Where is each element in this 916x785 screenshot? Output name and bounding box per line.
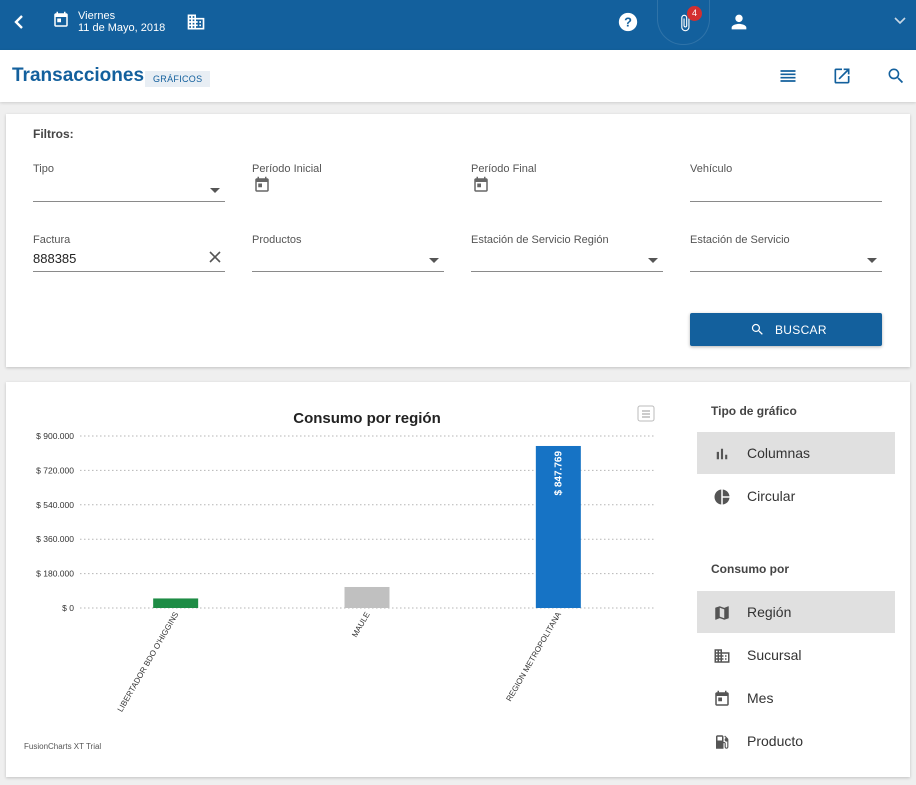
factura-label: Factura: [33, 234, 71, 246]
x-tick-label: LIBERTADOR BDO O'HIGGINS: [116, 611, 181, 714]
field-underline: [471, 271, 663, 272]
buscar-label: BUSCAR: [775, 323, 827, 337]
tipo-select[interactable]: Tipo: [33, 163, 225, 208]
bar-chart-icon: [716, 448, 728, 460]
option-label: Producto: [747, 733, 804, 749]
y-tick-label: $ 0: [62, 603, 74, 613]
chart-panel: Consumo por región $ 0 $ 180.000 $ 360.000…: [6, 382, 910, 777]
option-sucursal[interactable]: Sucursal: [697, 634, 895, 676]
dropdown-arrow-icon: [210, 188, 220, 193]
date-label: 11 de Mayo, 2018: [78, 22, 166, 34]
productos-select[interactable]: Productos: [252, 234, 444, 279]
option-circular[interactable]: Circular: [697, 475, 895, 517]
page-header: Transacciones GRÁFICOS: [0, 50, 916, 102]
search-icon: [751, 323, 763, 335]
y-tick-label: $ 180.000: [36, 569, 74, 579]
x-tick-label: MAULE: [350, 611, 372, 639]
map-icon: [715, 606, 729, 620]
option-mes[interactable]: Mes: [697, 677, 895, 719]
tipo-grafico-header: Tipo de gráfico: [711, 404, 797, 418]
dropdown-arrow-icon: [867, 258, 877, 263]
day-label: Viernes: [78, 10, 116, 22]
region-bar-chart: Consumo por región $ 0 $ 180.000 $ 360.000…: [24, 405, 655, 751]
field-underline: [690, 201, 882, 202]
y-tick-label: $ 360.000: [36, 534, 74, 544]
current-date[interactable]: Viernes 11 de Mayo, 2018: [78, 10, 165, 34]
notification-badge: 4: [687, 6, 702, 21]
user-icon[interactable]: [728, 11, 750, 33]
y-tick-label: $ 540.000: [36, 500, 74, 510]
option-producto[interactable]: Producto: [697, 720, 895, 762]
top-bar: Viernes 11 de Mayo, 2018 ? 4: [0, 0, 916, 50]
building-icon[interactable]: [186, 12, 206, 32]
clear-icon[interactable]: [208, 250, 222, 264]
building-icon: [714, 649, 730, 663]
periodo-final-field[interactable]: Período Final: [471, 163, 663, 208]
option-label: Sucursal: [747, 647, 802, 663]
field-underline: [690, 271, 882, 272]
svg-text:?: ?: [624, 15, 632, 30]
periodo-final-label: Período Final: [471, 163, 537, 175]
estacion-label: Estación de Servicio: [690, 234, 790, 246]
buscar-button[interactable]: BUSCAR: [690, 313, 882, 346]
calendar-icon[interactable]: [472, 176, 490, 194]
page-title: Transacciones: [12, 65, 145, 86]
dropdown-arrow-icon: [429, 258, 439, 263]
option-label: Columnas: [747, 445, 811, 461]
data-label: $ 847.769: [553, 451, 564, 496]
productos-label: Productos: [252, 234, 302, 246]
chart-watermark: FusionCharts XT Trial: [24, 742, 101, 751]
y-tick-label: $ 900.000: [36, 431, 74, 441]
pie-chart-icon: [714, 489, 730, 505]
bar[interactable]: [153, 598, 199, 608]
factura-input[interactable]: Factura 888385: [33, 234, 225, 279]
x-tick-label: REGION METROPOLITANA: [504, 610, 563, 703]
option-region[interactable]: Región: [697, 591, 895, 633]
periodo-inicial-label: Período Inicial: [252, 163, 322, 175]
chart-menu-button[interactable]: [637, 405, 655, 422]
open-external-icon[interactable]: [832, 66, 852, 86]
list-icon[interactable]: [778, 66, 798, 86]
vehiculo-input[interactable]: Vehículo: [690, 163, 882, 208]
dropdown-arrow-icon: [648, 258, 658, 263]
calendar-icon[interactable]: [253, 176, 271, 194]
field-underline: [252, 271, 444, 272]
option-label: Circular: [747, 488, 796, 504]
chart-title: Consumo por región: [293, 410, 441, 427]
field-underline: [33, 201, 225, 202]
calendar-icon: [715, 690, 729, 706]
estacion-region-select[interactable]: Estación de Servicio Región: [471, 234, 663, 279]
gas-station-icon: [716, 735, 729, 749]
view-chip: GRÁFICOS: [145, 71, 211, 87]
search-icon[interactable]: [886, 66, 906, 86]
estacion-region-label: Estación de Servicio Región: [471, 234, 609, 246]
option-label: Mes: [747, 690, 774, 706]
calendar-icon[interactable]: [52, 11, 70, 29]
filters-title: Filtros:: [33, 127, 74, 141]
tipo-label: Tipo: [33, 163, 54, 175]
estacion-select[interactable]: Estación de Servicio: [690, 234, 882, 279]
option-label: Región: [747, 604, 792, 620]
chevron-down-icon[interactable]: [893, 14, 907, 28]
vehiculo-label: Vehículo: [690, 163, 733, 175]
back-icon[interactable]: [12, 13, 28, 31]
help-icon[interactable]: ?: [617, 11, 639, 33]
option-columnas[interactable]: Columnas: [697, 432, 895, 474]
filters-panel: Filtros: Tipo Período Inicial Período Fi…: [6, 114, 910, 367]
consumo-por-header: Consumo por: [711, 562, 789, 576]
bar[interactable]: [344, 586, 390, 608]
attachments-button[interactable]: 4: [657, 0, 710, 45]
field-underline: [33, 271, 225, 272]
factura-value[interactable]: 888385: [33, 251, 76, 266]
y-tick-label: $ 720.000: [36, 465, 74, 475]
periodo-inicial-field[interactable]: Período Inicial: [252, 163, 444, 208]
